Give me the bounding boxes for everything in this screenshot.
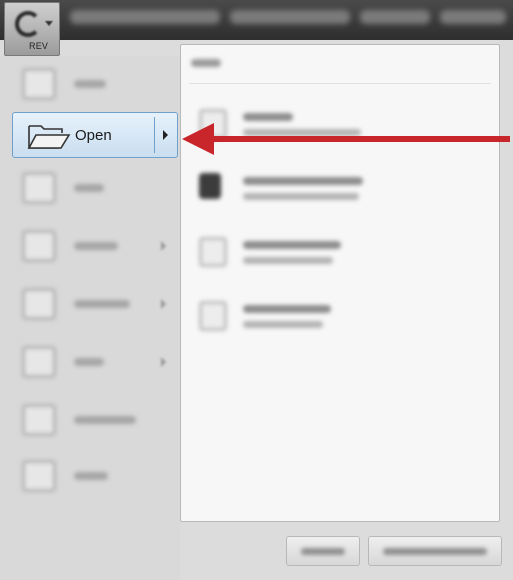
chevron-down-icon xyxy=(45,21,53,26)
menu-item-open[interactable]: Open xyxy=(12,112,178,158)
annotation-arrow xyxy=(182,123,510,155)
menu-item-label xyxy=(74,472,108,480)
print-icon xyxy=(22,346,56,378)
open-submenu-panel xyxy=(180,44,500,522)
submenu-header xyxy=(191,59,221,67)
submenu-item-title xyxy=(243,241,341,249)
menu-item-send-email[interactable] xyxy=(14,396,176,446)
divider xyxy=(189,83,491,84)
menu-item-label xyxy=(74,184,104,192)
app-badge-label: REV xyxy=(29,41,49,51)
options-button[interactable] xyxy=(286,536,360,566)
menu-item-save-as[interactable] xyxy=(14,222,176,272)
menu-item-save[interactable] xyxy=(14,164,176,214)
button-label xyxy=(383,548,487,555)
import-file-icon xyxy=(199,301,227,331)
window-controls xyxy=(440,10,506,24)
submenu-item-open-from-cloud[interactable] xyxy=(191,165,491,221)
open-from-cloud-icon xyxy=(199,173,221,199)
menu-item-label xyxy=(74,358,104,366)
new-icon xyxy=(22,68,56,100)
menu-item-label xyxy=(74,300,130,308)
save-icon xyxy=(22,172,56,204)
window-title xyxy=(230,10,350,24)
exit-button[interactable] xyxy=(368,536,502,566)
submenu-arrow-icon xyxy=(161,357,166,367)
button-label xyxy=(301,548,345,555)
title-bar xyxy=(0,0,513,40)
submenu-item-import-file-2[interactable] xyxy=(191,293,491,349)
submenu-arrow-icon xyxy=(161,299,166,309)
submenu-item-title xyxy=(243,177,363,185)
app-logo-icon xyxy=(15,11,41,37)
menu-item-open-label: Open xyxy=(75,127,112,144)
menu-item-print[interactable] xyxy=(14,338,176,388)
split-divider xyxy=(154,117,155,153)
menu-item-close[interactable] xyxy=(14,452,176,502)
submenu-arrow-icon xyxy=(161,241,166,251)
submenu-arrow-icon[interactable] xyxy=(163,130,168,140)
search-box xyxy=(360,10,430,24)
send-email-icon xyxy=(22,404,56,436)
close-icon xyxy=(22,460,56,492)
save-as-icon xyxy=(22,230,56,262)
quick-access-toolbar xyxy=(70,10,220,24)
submenu-item-subtitle xyxy=(243,257,333,264)
menu-item-new[interactable] xyxy=(14,60,176,110)
menu-item-security[interactable] xyxy=(14,280,176,330)
application-menu-button[interactable]: REV xyxy=(4,2,60,56)
submenu-item-subtitle xyxy=(243,321,323,328)
menu-item-label xyxy=(74,242,118,250)
menu-item-label xyxy=(74,80,106,88)
import-file-icon xyxy=(199,237,227,267)
menu-item-label xyxy=(74,416,136,424)
submenu-item-import-file[interactable] xyxy=(191,229,491,285)
security-icon xyxy=(22,288,56,320)
submenu-item-title xyxy=(243,305,331,313)
submenu-item-subtitle xyxy=(243,193,359,200)
folder-open-icon xyxy=(27,125,71,149)
